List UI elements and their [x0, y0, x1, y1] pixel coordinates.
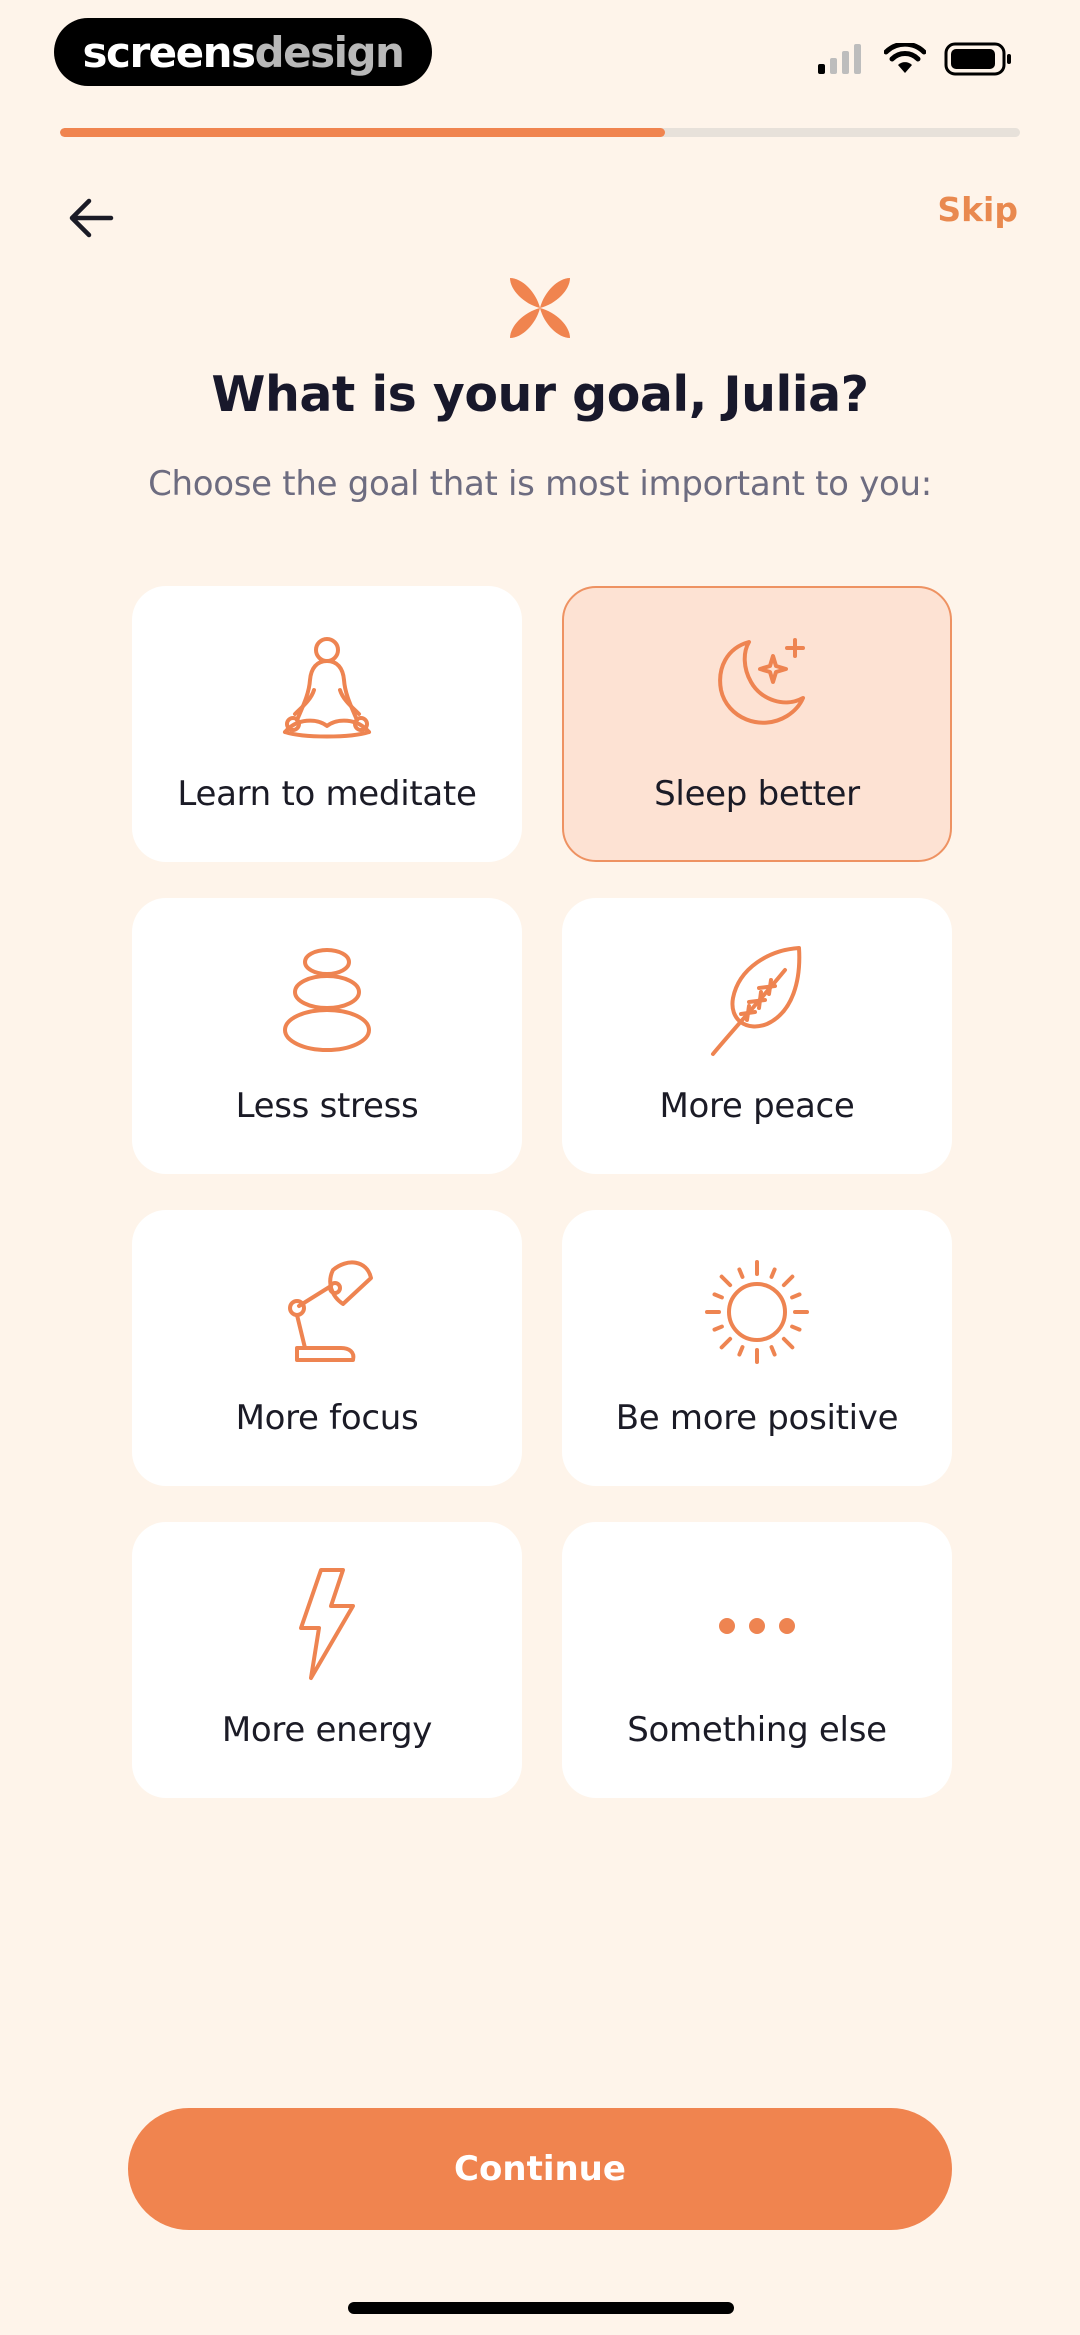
sun-ray — [737, 1345, 745, 1357]
brand-part2: design — [254, 27, 405, 77]
battery-icon — [944, 42, 1011, 76]
goal-options-grid: Learn to meditate Sleep better Less stre… — [132, 586, 952, 1798]
goal-label: Be more positive — [615, 1398, 899, 1438]
onboarding-progress-bar — [60, 128, 1020, 137]
moon-stars-icon — [697, 628, 817, 748]
status-bar: screens design — [0, 0, 1080, 120]
goal-card-more-focus[interactable]: More focus — [132, 1210, 522, 1486]
status-icons — [818, 42, 1014, 76]
brand-part1: screens — [82, 27, 256, 77]
sun-ray — [719, 1274, 733, 1288]
meditation-icon — [267, 628, 387, 748]
goal-card-more-peace[interactable]: More peace — [562, 898, 952, 1174]
goal-label: More peace — [659, 1086, 855, 1126]
goal-label: Something else — [627, 1710, 887, 1750]
app-logo-icon — [510, 278, 570, 338]
goal-card-sleep-better[interactable]: Sleep better — [562, 586, 952, 862]
more-dots-icon — [697, 1564, 817, 1684]
goal-card-learn-to-meditate[interactable]: Learn to meditate — [132, 586, 522, 862]
arrow-left-icon — [69, 198, 114, 238]
sun-ray — [719, 1336, 733, 1350]
brand-watermark: screens design — [54, 18, 432, 86]
sun-ray — [769, 1267, 777, 1279]
wifi-icon — [884, 43, 926, 73]
goal-label: Sleep better — [654, 774, 860, 814]
sun-ray — [712, 1324, 724, 1332]
continue-button[interactable]: Continue — [128, 2108, 952, 2230]
stacked-stones-icon — [267, 940, 387, 1060]
skip-button[interactable]: Skip — [937, 190, 1018, 229]
cellular-signal-icon — [818, 44, 861, 74]
goal-card-be-more-positive[interactable]: Be more positive — [562, 1210, 952, 1486]
progress-fill — [60, 128, 665, 137]
sun-ray — [790, 1292, 802, 1300]
leaf-icon — [697, 940, 817, 1060]
sun-ray — [712, 1292, 724, 1300]
page-subtitle: Choose the goal that is most important t… — [148, 464, 932, 504]
sun-ray — [769, 1345, 777, 1357]
goal-card-something-else[interactable]: Something else — [562, 1522, 952, 1798]
lightning-icon — [267, 1564, 387, 1684]
goal-card-more-energy[interactable]: More energy — [132, 1522, 522, 1798]
sun-ray — [781, 1274, 795, 1288]
home-indicator — [348, 2302, 734, 2314]
desk-lamp-icon — [267, 1252, 387, 1372]
back-button[interactable] — [58, 188, 124, 248]
goal-label: Learn to meditate — [177, 774, 477, 814]
page-title: What is your goal, Julia? — [211, 366, 869, 423]
goal-label: More focus — [235, 1398, 419, 1438]
goal-label: Less stress — [235, 1086, 419, 1126]
goal-label: More energy — [221, 1710, 433, 1750]
goal-card-less-stress[interactable]: Less stress — [132, 898, 522, 1174]
sun-ray — [781, 1336, 795, 1350]
sun-ray — [790, 1324, 802, 1332]
sun-ray — [737, 1267, 745, 1279]
sun-icon — [697, 1252, 817, 1372]
